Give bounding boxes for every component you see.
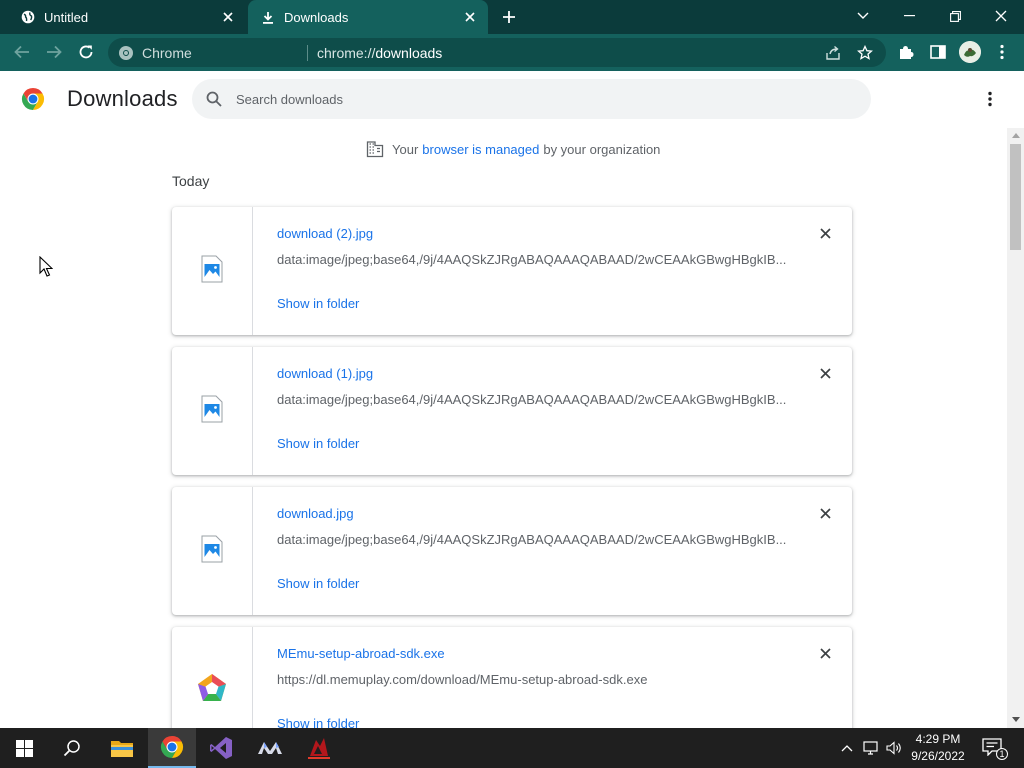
omnibox-divider xyxy=(307,45,308,61)
chrome-menu-icon[interactable] xyxy=(992,42,1012,62)
share-icon[interactable] xyxy=(824,44,842,62)
image-file-icon xyxy=(201,535,223,568)
file-source-url: data:image/jpeg;base64,/9j/4AAQSkZJRgABA… xyxy=(277,532,787,547)
close-tab-icon[interactable] xyxy=(220,9,236,25)
scrollbar-thumb[interactable] xyxy=(1010,144,1021,250)
address-bar[interactable]: Chrome chrome://downloads xyxy=(108,38,886,67)
page-title: Downloads xyxy=(67,86,178,111)
file-name-link[interactable]: download (1).jpg xyxy=(277,366,373,381)
close-window-button[interactable] xyxy=(978,0,1024,32)
tab-downloads[interactable]: Downloads xyxy=(248,0,488,34)
show-in-folder-link[interactable]: Show in folder xyxy=(277,716,359,728)
file-icon-column xyxy=(172,627,253,728)
image-file-icon xyxy=(201,255,223,288)
managed-prefix: Your xyxy=(392,141,419,157)
downloads-page: Downloads Your browser is managed by you… xyxy=(0,71,1024,728)
file-icon-column xyxy=(172,347,253,475)
remove-download-icon[interactable] xyxy=(817,645,833,661)
chrome-logo-icon xyxy=(21,87,45,111)
download-item: download (2).jpg data:image/jpeg;base64,… xyxy=(172,207,852,335)
file-icon-column xyxy=(172,487,253,615)
chrome-icon[interactable] xyxy=(148,728,196,768)
tab-title: Untitled xyxy=(44,9,89,25)
game-icon[interactable] xyxy=(295,728,343,768)
windows-taskbar: 4:29 PM 9/26/2022 1 xyxy=(0,728,1024,768)
new-tab-button[interactable] xyxy=(500,8,518,26)
tab-strip: Untitled Downloads xyxy=(0,0,1024,34)
site-chip-label: Chrome xyxy=(142,45,192,61)
file-source-url: https://dl.memuplay.com/download/MEmu-se… xyxy=(277,672,648,687)
network-icon[interactable] xyxy=(862,739,880,757)
mouse-pointer-icon xyxy=(39,255,54,278)
memu-icon[interactable] xyxy=(246,728,294,768)
search-downloads-box[interactable] xyxy=(192,79,871,119)
building-icon xyxy=(366,140,384,158)
bookmark-star-icon[interactable] xyxy=(856,44,874,62)
back-button[interactable] xyxy=(12,42,32,62)
show-in-folder-link[interactable]: Show in folder xyxy=(277,576,359,591)
profile-avatar[interactable] xyxy=(959,41,981,63)
show-hidden-icons-chevron-icon[interactable] xyxy=(838,739,856,757)
extensions-puzzle-icon[interactable] xyxy=(896,42,916,62)
memu-app-icon xyxy=(195,672,229,711)
file-icon-column xyxy=(172,207,253,335)
scroll-down-arrow-icon[interactable] xyxy=(1007,712,1024,726)
scroll-up-arrow-icon[interactable] xyxy=(1007,128,1024,142)
tab-untitled[interactable]: Untitled xyxy=(0,0,246,34)
side-panel-icon[interactable] xyxy=(928,42,948,62)
show-in-folder-link[interactable]: Show in folder xyxy=(277,436,359,451)
clock-time: 4:29 PM xyxy=(915,732,961,746)
remove-download-icon[interactable] xyxy=(817,225,833,241)
file-source-url: data:image/jpeg;base64,/9j/4AAQSkZJRgABA… xyxy=(277,252,787,267)
volume-icon[interactable] xyxy=(886,739,904,757)
url-text[interactable]: chrome://downloads xyxy=(317,45,442,61)
download-item: download (1).jpg data:image/jpeg;base64,… xyxy=(172,347,852,475)
date-group-label: Today xyxy=(172,173,210,189)
browser-managed-link[interactable]: browser is managed xyxy=(422,142,539,157)
globe-icon xyxy=(21,10,35,24)
reload-button[interactable] xyxy=(76,42,96,62)
chrome-site-icon[interactable] xyxy=(118,45,134,61)
download-icon xyxy=(261,10,275,24)
image-file-icon xyxy=(201,395,223,428)
minimize-button[interactable] xyxy=(886,0,932,32)
system-clock[interactable]: 4:29 PM 9/26/2022 xyxy=(904,731,972,765)
file-name-link[interactable]: download (2).jpg xyxy=(277,226,373,241)
downloads-header: Downloads xyxy=(0,71,1024,127)
remove-download-icon[interactable] xyxy=(817,365,833,381)
remove-download-icon[interactable] xyxy=(817,505,833,521)
tab-search-chevron-icon[interactable] xyxy=(840,0,886,32)
download-item: download.jpg data:image/jpeg;base64,/9j/… xyxy=(172,487,852,615)
file-name-link[interactable]: MEmu-setup-abroad-sdk.exe xyxy=(277,646,445,661)
tab-title: Downloads xyxy=(284,9,349,25)
managed-suffix: by your organization xyxy=(543,141,661,157)
notification-count-badge: 1 xyxy=(996,748,1008,760)
clock-date: 9/26/2022 xyxy=(911,749,965,763)
more-actions-icon[interactable] xyxy=(979,88,1001,110)
page-scrollbar[interactable] xyxy=(1007,128,1024,728)
search-icon[interactable] xyxy=(48,728,96,768)
visual-studio-icon[interactable] xyxy=(197,728,245,768)
browser-toolbar: Chrome chrome://downloads xyxy=(0,34,1024,71)
file-name-link[interactable]: download.jpg xyxy=(277,506,354,521)
close-tab-icon[interactable] xyxy=(462,9,478,25)
search-input[interactable] xyxy=(236,89,836,109)
restore-button[interactable] xyxy=(932,0,978,32)
managed-notice: Your browser is managed by your organiza… xyxy=(366,140,660,158)
file-explorer-icon[interactable] xyxy=(98,728,146,768)
search-icon xyxy=(205,90,223,108)
download-item: MEmu-setup-abroad-sdk.exe https://dl.mem… xyxy=(172,627,852,728)
show-in-folder-link[interactable]: Show in folder xyxy=(277,296,359,311)
forward-button[interactable] xyxy=(44,42,64,62)
windows-start-icon[interactable] xyxy=(0,728,48,768)
file-source-url: data:image/jpeg;base64,/9j/4AAQSkZJRgABA… xyxy=(277,392,787,407)
